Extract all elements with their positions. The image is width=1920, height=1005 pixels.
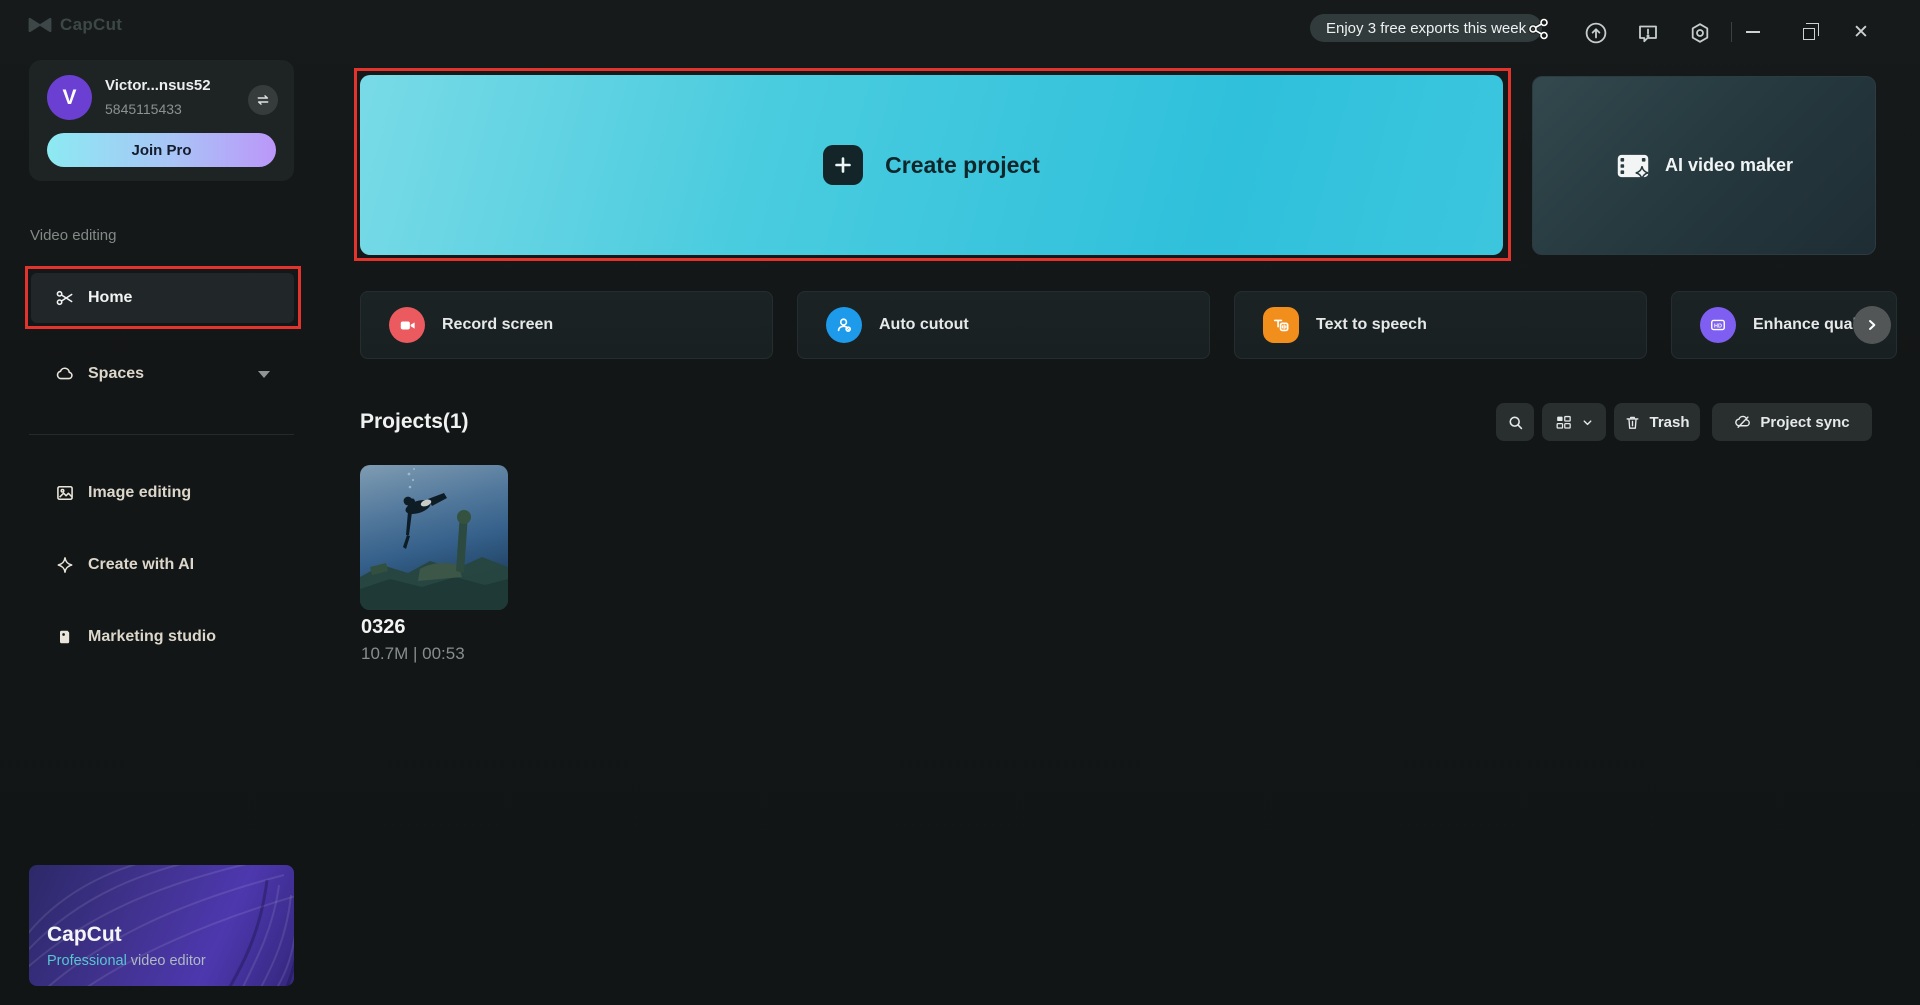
banner-subtitle: Professionalvideo editor — [47, 953, 206, 969]
sidebar-item-marketing-studio[interactable]: Marketing studio — [31, 612, 294, 662]
export-upload-icon[interactable] — [1584, 21, 1608, 45]
trash-icon — [1624, 414, 1641, 431]
svg-text:HD: HD — [1714, 323, 1722, 329]
chevron-right-icon — [1864, 317, 1880, 333]
record-icon — [389, 307, 425, 343]
view-mode-dropdown[interactable] — [1542, 403, 1606, 441]
chevron-down-icon — [1581, 416, 1594, 429]
project-sync-button[interactable]: Project sync — [1712, 403, 1872, 441]
sidebar-item-label: Marketing studio — [88, 628, 216, 646]
ai-video-maker-icon — [1615, 149, 1651, 183]
swap-icon — [255, 92, 271, 108]
join-pro-button[interactable]: Join Pro — [47, 133, 276, 167]
carousel-next-button[interactable] — [1853, 306, 1891, 344]
sidebar-item-label: Spaces — [88, 365, 144, 383]
app-title: CapCut — [60, 15, 122, 35]
restore-icon — [1803, 28, 1815, 40]
sidebar-item-image-editing[interactable]: Image editing — [31, 468, 294, 518]
search-icon — [1506, 413, 1525, 432]
hd-icon: HD — [1700, 307, 1736, 343]
profile-user-id: 5845115433 — [105, 101, 182, 117]
topbar-divider — [1731, 22, 1732, 42]
sidebar-divider — [29, 434, 294, 435]
ai-video-maker-label: AI video maker — [1665, 155, 1793, 176]
sidebar-item-spaces[interactable]: Spaces — [31, 349, 294, 399]
restore-button[interactable] — [1792, 18, 1822, 46]
video-editing-section-label: Video editing — [30, 227, 116, 244]
auto-cutout-card[interactable]: Auto cutout — [797, 291, 1210, 359]
feature-card-label: Text to speech — [1316, 316, 1427, 334]
tag-icon — [55, 627, 75, 647]
spaces-dropdown-caret-icon[interactable] — [258, 371, 270, 378]
sidebar-item-label: Image editing — [88, 484, 191, 502]
ai-video-maker-button[interactable]: AI video maker — [1532, 76, 1876, 255]
free-exports-badge-label: Enjoy 3 free exports this week — [1326, 20, 1526, 37]
text-to-speech-card[interactable]: Text to speech — [1234, 291, 1647, 359]
capcut-promo-banner[interactable]: CapCut Professionalvideo editor — [29, 865, 294, 986]
feature-card-label: Record screen — [442, 316, 553, 334]
trash-button[interactable]: Trash — [1614, 403, 1700, 441]
person-cutout-icon — [826, 307, 862, 343]
profile-card: V Victor...nsus52 5845115433 Join Pro — [29, 60, 294, 181]
minimize-icon — [1746, 31, 1760, 33]
create-project-label: Create project — [885, 152, 1040, 179]
project-meta: 10.7M | 00:53 — [361, 644, 465, 664]
banner-subtitle-rest: video editor — [131, 953, 206, 969]
banner-subtitle-accent: Professional — [47, 953, 127, 969]
capcut-logo-icon — [28, 16, 52, 34]
sidebar-item-create-with-ai[interactable]: Create with AI — [31, 540, 294, 590]
profile-username: Victor...nsus52 — [105, 77, 211, 94]
record-screen-card[interactable]: Record screen — [360, 291, 773, 359]
search-button[interactable] — [1496, 403, 1534, 441]
settings-icon[interactable] — [1688, 21, 1712, 45]
text-to-speech-icon — [1263, 307, 1299, 343]
sparkle-icon — [55, 555, 75, 575]
avatar[interactable]: V — [47, 75, 92, 120]
sidebar-item-home[interactable]: Home — [31, 273, 294, 323]
banner-title: CapCut — [47, 923, 122, 947]
free-exports-badge[interactable]: Enjoy 3 free exports this week — [1310, 14, 1542, 42]
sidebar-item-label: Create with AI — [88, 556, 194, 574]
scissors-icon — [55, 288, 75, 308]
project-title: 0326 — [361, 616, 406, 639]
cloud-icon — [55, 364, 75, 384]
trash-label: Trash — [1649, 414, 1689, 431]
cloud-sync-off-icon — [1734, 413, 1752, 431]
switch-account-button[interactable] — [248, 85, 278, 115]
close-button[interactable]: ✕ — [1846, 18, 1876, 46]
join-pro-label: Join Pro — [131, 142, 191, 159]
mouse-cursor-icon — [1527, 17, 1551, 41]
image-icon — [55, 483, 75, 503]
project-thumbnail[interactable] — [360, 465, 508, 610]
close-icon: ✕ — [1853, 23, 1869, 42]
capcut-logo: CapCut — [28, 15, 122, 35]
grid-view-icon — [1554, 413, 1573, 432]
plus-icon — [823, 145, 863, 185]
minimize-button[interactable] — [1738, 18, 1768, 46]
project-thumbnail-image — [360, 465, 508, 610]
sidebar-item-label: Home — [88, 289, 132, 307]
feature-card-label: Auto cutout — [879, 316, 969, 334]
feedback-icon[interactable] — [1636, 21, 1660, 45]
create-project-button[interactable]: Create project — [360, 75, 1503, 255]
projects-header: Projects(1) — [360, 410, 469, 434]
project-sync-label: Project sync — [1760, 414, 1849, 431]
capcut-window: CapCut Enjoy 3 free exports this week ✕ … — [0, 0, 1920, 1005]
